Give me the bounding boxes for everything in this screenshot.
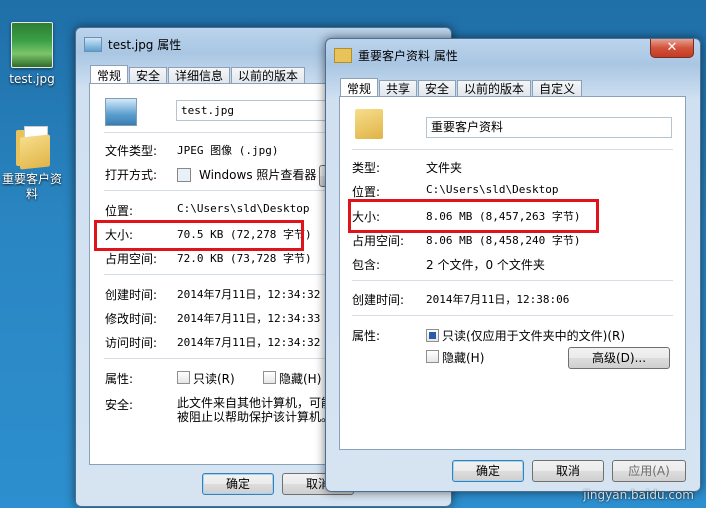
modified-label: 修改时间: (105, 312, 158, 326)
hidden-checkbox[interactable] (426, 350, 439, 363)
size-highlight-box (94, 220, 304, 251)
close-button[interactable]: ✕ (650, 39, 694, 58)
file-type-label: 文件类型: (105, 144, 158, 158)
accessed-value: 2014年7月11日，12:34:32 (177, 336, 321, 349)
desktop-icon-label: test.jpg (9, 72, 55, 86)
attributes-label: 属性: (105, 372, 134, 386)
folder-properties-window: 重要客户资料 属性 ✕ 常规 共享 安全 以前的版本 自定义 重要客户资料 类型… (325, 38, 701, 492)
image-file-icon (84, 36, 102, 52)
folder-icon (12, 124, 52, 170)
accessed-label: 访问时间: (105, 336, 158, 350)
contains-label: 包含: (352, 258, 381, 272)
folder-name-field[interactable]: 重要客户资料 (426, 117, 672, 138)
image-thumbnail-icon (11, 22, 53, 68)
attributes-label: 属性: (352, 329, 381, 343)
readonly-checkbox[interactable] (426, 329, 439, 342)
disk-size-value: 8.06 MB (8,458,240 字节) (426, 234, 581, 247)
hidden-label: 隐藏(H) (442, 351, 485, 365)
location-value: C:\Users\sld\Desktop (177, 202, 310, 215)
window-title: 重要客户资料 属性 (358, 48, 458, 63)
apply-button[interactable]: 应用(A) (612, 460, 686, 482)
location-value: C:\Users\sld\Desktop (426, 183, 559, 196)
watermark-text: jingyan.baidu.com (583, 488, 694, 502)
tab-panel: 重要客户资料 类型: 文件夹 位置: C:\Users\sld\Desktop 大小… (339, 96, 686, 450)
modified-value: 2014年7月11日，12:34:33 (177, 312, 321, 325)
security-message-line2: 被阻止以帮助保护该计算机。 (177, 410, 334, 424)
disk-size-value: 72.0 KB (73,728 字节) (177, 252, 312, 265)
type-label: 类型: (352, 161, 381, 175)
readonly-label: 只读(仅应用于文件夹中的文件)(R) (442, 329, 626, 343)
location-label: 位置: (352, 185, 381, 199)
disk-size-label: 占用空间: (352, 234, 405, 248)
contains-value: 2 个文件，0 个文件夹 (426, 258, 545, 272)
disk-size-label: 占用空间: (105, 252, 158, 266)
created-value: 2014年7月11日，12:34:32 (177, 288, 321, 301)
open-with-value: Windows 照片查看器 (199, 168, 317, 182)
security-message-line1: 此文件来自其他计算机，可能 (177, 396, 334, 410)
file-type-value: JPEG 图像 (.jpg) (177, 144, 279, 157)
desktop-icon-label: 重要客户资料 (1, 172, 62, 201)
tab-strip: 常规 安全 详细信息 以前的版本 (90, 64, 306, 86)
advanced-button[interactable]: 高级(D)... (568, 347, 670, 369)
ok-button[interactable]: 确定 (452, 460, 524, 482)
photo-viewer-icon (177, 167, 191, 182)
folder-large-icon (355, 109, 383, 139)
window-title: test.jpg 属性 (108, 37, 182, 52)
created-label: 创建时间: (352, 293, 405, 307)
cancel-button[interactable]: 取消 (532, 460, 604, 482)
ok-button[interactable]: 确定 (202, 473, 274, 495)
hidden-checkbox[interactable] (263, 371, 276, 384)
size-highlight-box (348, 199, 599, 233)
created-label: 创建时间: (105, 288, 158, 302)
file-preview-icon (105, 98, 137, 126)
type-value: 文件夹 (426, 161, 463, 175)
readonly-label: 只读(R) (193, 372, 235, 386)
title-bar[interactable]: 重要客户资料 属性 (334, 44, 692, 66)
location-label: 位置: (105, 204, 134, 218)
folder-icon (334, 47, 352, 63)
created-value: 2014年7月11日，12:38:06 (426, 293, 570, 306)
open-with-label: 打开方式: (105, 168, 158, 182)
hidden-label: 隐藏(H) (279, 372, 322, 386)
desktop-icon-test-jpg[interactable]: test.jpg (0, 22, 64, 86)
readonly-checkbox[interactable] (177, 371, 190, 384)
desktop-icon-folder[interactable]: 重要客户资料 (0, 124, 64, 202)
tab-strip: 常规 共享 安全 以前的版本 自定义 (340, 77, 583, 99)
security-label: 安全: (105, 398, 134, 412)
